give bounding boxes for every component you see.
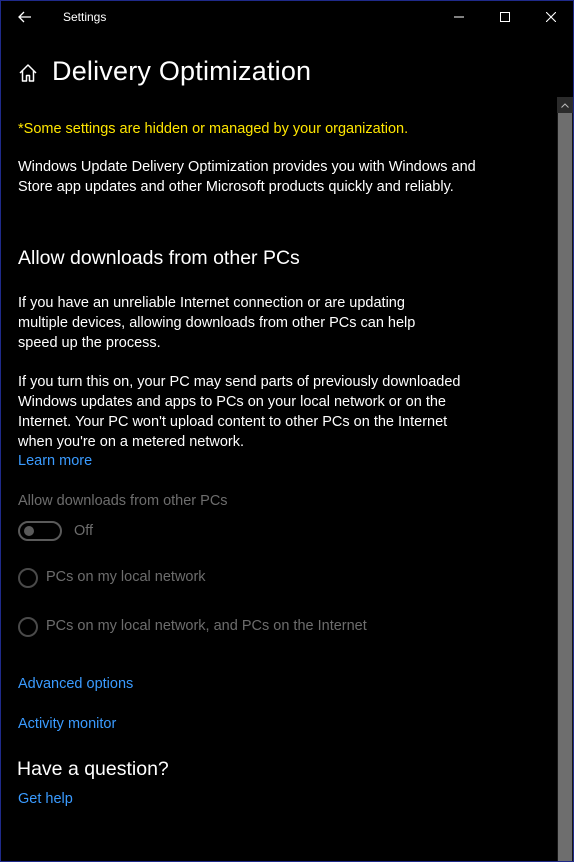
radio-label-local-network[interactable]: PCs on my local network: [46, 569, 206, 585]
radio-local-and-internet[interactable]: [18, 617, 38, 637]
radio-local-network[interactable]: [18, 568, 38, 588]
home-icon[interactable]: [17, 62, 39, 84]
learn-more-link[interactable]: Learn more: [18, 453, 92, 469]
app-title: Settings: [63, 10, 107, 24]
minimize-icon: [454, 16, 464, 18]
description-text-2: If you turn this on, your PC may send pa…: [18, 374, 461, 450]
intro-text: Windows Update Delivery Optimization pro…: [18, 159, 476, 195]
back-button[interactable]: [9, 3, 41, 31]
advanced-options-link[interactable]: Advanced options: [18, 676, 133, 692]
maximize-button[interactable]: [482, 1, 528, 33]
description-text-1: If you have an unreliable Internet conne…: [18, 295, 416, 351]
have-a-question-heading: Have a question?: [17, 758, 169, 780]
minimize-button[interactable]: [436, 1, 482, 33]
scroll-up-button[interactable]: [557, 97, 573, 113]
get-help-link[interactable]: Get help: [18, 791, 73, 807]
settings-window: Settings Delivery Optimization *Some set…: [0, 0, 574, 862]
title-bar: Settings: [1, 1, 573, 33]
toggle-setting-label: Allow downloads from other PCs: [18, 493, 228, 509]
vertical-scrollbar[interactable]: [557, 97, 573, 861]
scrollbar-thumb[interactable]: [558, 113, 572, 861]
org-managed-notice: *Some settings are hidden or managed by …: [18, 121, 409, 137]
section-title: Allow downloads from other PCs: [18, 247, 300, 269]
chevron-up-icon: [561, 102, 569, 108]
maximize-icon: [500, 12, 510, 22]
toggle-state-label: Off: [74, 523, 94, 539]
close-icon: [546, 12, 556, 22]
activity-monitor-link[interactable]: Activity monitor: [18, 716, 116, 732]
allow-downloads-toggle[interactable]: [18, 521, 62, 541]
page-title: Delivery Optimization: [52, 56, 312, 86]
close-button[interactable]: [528, 1, 573, 33]
back-arrow-icon: [18, 11, 31, 23]
radio-label-local-and-internet[interactable]: PCs on my local network, and PCs on the …: [46, 618, 367, 634]
toggle-knob: [24, 526, 34, 536]
